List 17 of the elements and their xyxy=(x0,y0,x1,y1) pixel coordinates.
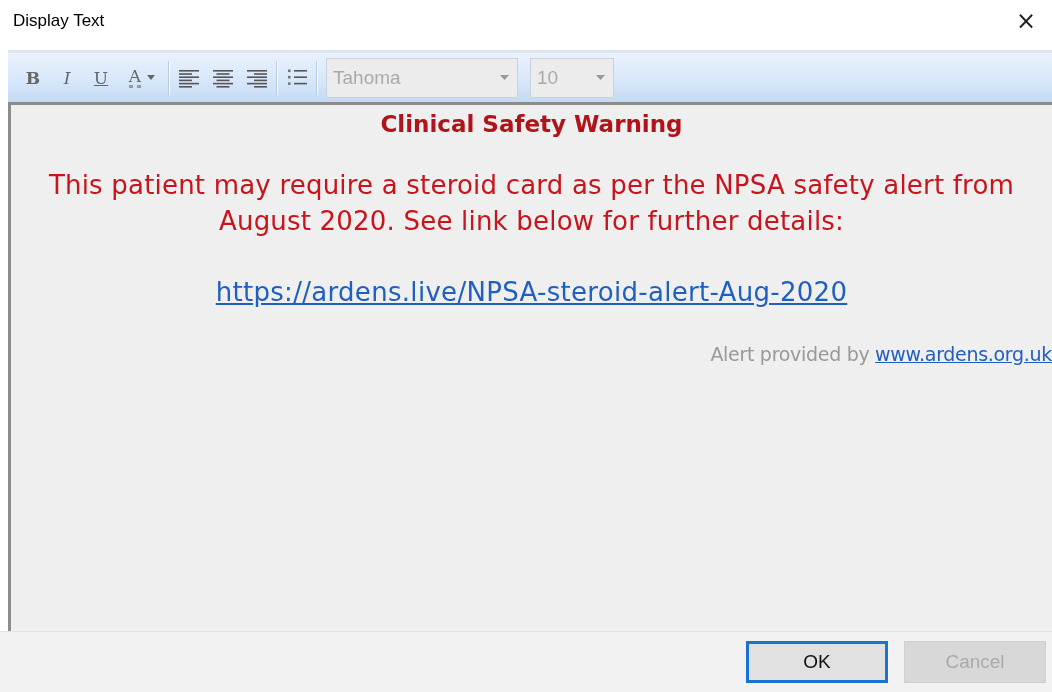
bullet-list-icon xyxy=(286,67,308,88)
alert-link[interactable]: https://ardens.live/NPSA-steroid-alert-Aug-2020 xyxy=(215,277,848,307)
close-button[interactable]: × xyxy=(1011,7,1040,35)
italic-button[interactable]: I xyxy=(52,62,82,93)
ok-button[interactable]: OK xyxy=(746,641,888,683)
website-link[interactable]: www.ardens.org.uk xyxy=(875,343,1052,365)
underline-button[interactable]: U xyxy=(86,62,116,93)
caret-icon[interactable] xyxy=(147,75,156,80)
align-left-icon xyxy=(178,67,200,88)
align-right-icon xyxy=(246,67,268,88)
align-center-icon xyxy=(212,67,234,88)
font-color-button[interactable]: A xyxy=(120,62,164,93)
window-title: Display Text xyxy=(13,11,105,31)
warning-heading: Clinical Safety Warning xyxy=(380,111,683,137)
bold-button[interactable]: B xyxy=(18,62,48,93)
attribution-text: Alert provided by www.ardens.org.uk xyxy=(710,343,1052,365)
warning-message: This patient may require a steroid card as per the NPSA safety alert from August 2020. See link below for further details: xyxy=(47,169,1016,238)
